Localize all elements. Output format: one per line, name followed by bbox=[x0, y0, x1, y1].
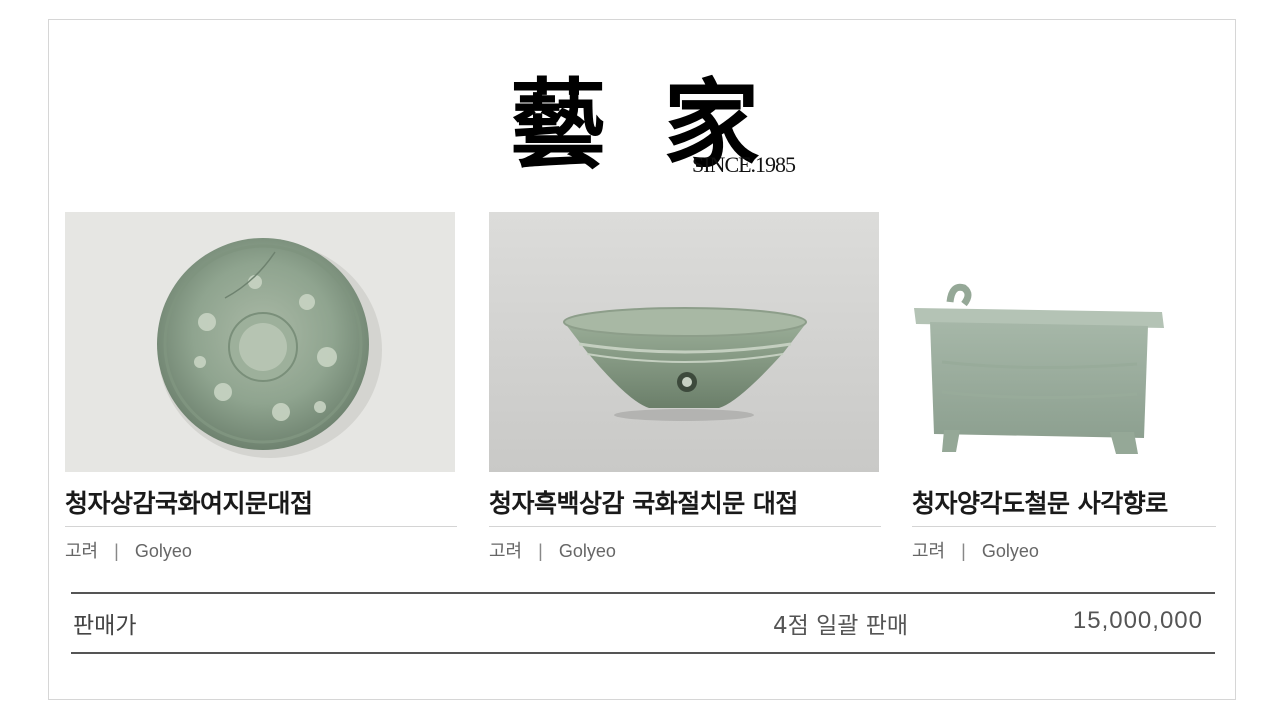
product-origin: 고려 | Golyeo bbox=[912, 537, 1216, 563]
price-value: 15,000,000 bbox=[1072, 607, 1203, 634]
product-name[interactable]: 청자상감국화여지문대접 bbox=[65, 486, 457, 527]
product-item[interactable]: 청자양각도철문 사각향로 고려 | Golyeo bbox=[912, 212, 1216, 563]
origin-en: Golyeo bbox=[134, 541, 192, 561]
product-item[interactable]: 청자상감국화여지문대접 고려 | Golyeo bbox=[65, 212, 457, 563]
origin-en: Golyeo bbox=[558, 541, 616, 561]
product-photo-bowl[interactable] bbox=[489, 212, 879, 472]
origin-separator: | bbox=[538, 541, 543, 561]
product-photo-bowl[interactable] bbox=[65, 212, 455, 472]
product-origin: 고려 | Golyeo bbox=[489, 537, 881, 563]
origin-ko: 고려 bbox=[65, 541, 99, 561]
brand-logo: 藝 家 SINCE.1985 bbox=[510, 66, 830, 190]
product-item[interactable]: 청자흑백상감 국화절치문 대접 고려 | Golyeo bbox=[489, 212, 881, 563]
product-name[interactable]: 청자흑백상감 국화절치문 대접 bbox=[489, 486, 881, 527]
origin-separator: | bbox=[961, 541, 966, 561]
origin-separator: | bbox=[114, 541, 119, 561]
price-row: 판매가 4점 일괄 판매 15,000,000 bbox=[71, 592, 1215, 654]
product-name[interactable]: 청자양각도철문 사각향로 bbox=[912, 486, 1216, 527]
origin-ko: 고려 bbox=[912, 541, 946, 561]
origin-en: Golyeo bbox=[981, 541, 1039, 561]
price-label: 판매가 bbox=[73, 613, 137, 639]
product-origin: 고려 | Golyeo bbox=[65, 537, 457, 563]
origin-ko: 고려 bbox=[489, 541, 523, 561]
brand-since: SINCE.1985 bbox=[692, 152, 796, 177]
price-description: 4점 일괄 판매 bbox=[773, 613, 909, 639]
product-photo-censer[interactable] bbox=[912, 212, 1216, 472]
